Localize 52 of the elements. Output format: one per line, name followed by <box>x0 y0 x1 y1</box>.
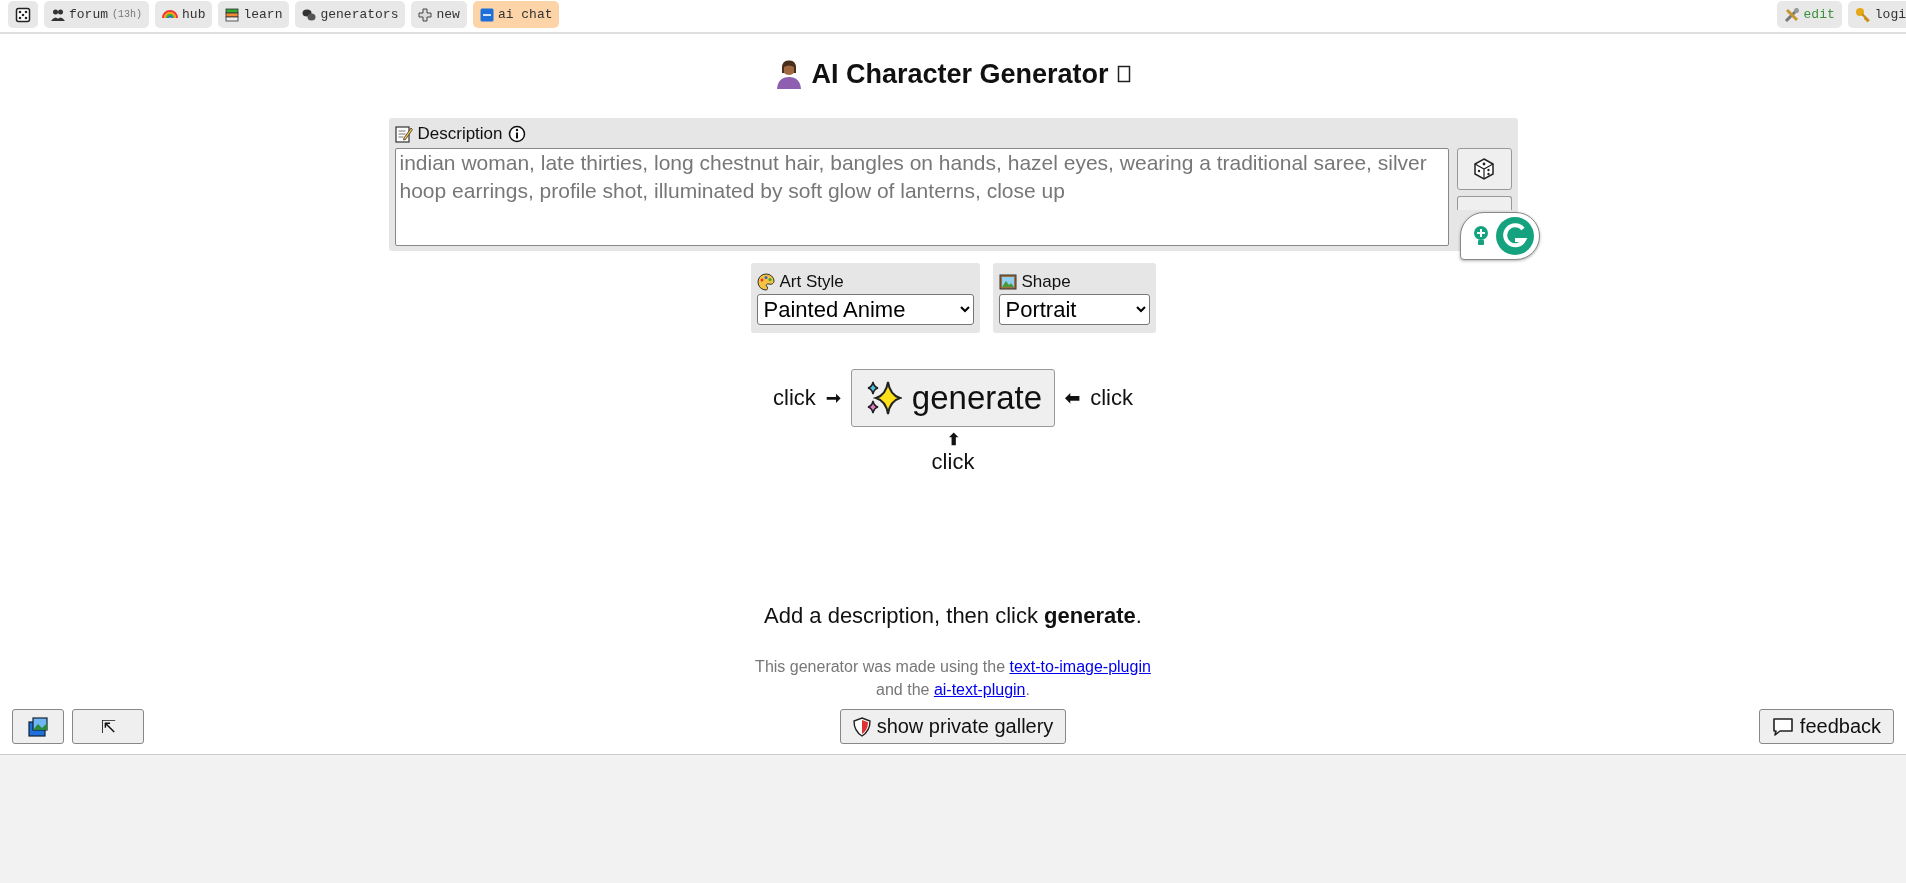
palette-icon <box>756 273 775 291</box>
dropdown[interactable]: Painted Anime <box>756 294 974 325</box>
nav-tab[interactable]: hub <box>155 1 213 28</box>
field-label: Description <box>417 124 503 144</box>
feedback-button[interactable]: feedback <box>1758 709 1894 744</box>
nav-link-button[interactable]: logi <box>1847 1 1906 28</box>
key-icon <box>1854 6 1871 23</box>
select-label: Shape <box>1021 272 1071 292</box>
person-figure-icon <box>775 59 804 89</box>
hint-text: click <box>931 449 975 475</box>
hint-text: click <box>773 385 816 411</box>
rainbow-icon <box>162 10 179 19</box>
nav-tab[interactable]: ai chat <box>472 1 560 28</box>
new-tag-icon <box>479 7 494 22</box>
scroll-top-button[interactable]: ⇱ <box>72 709 144 744</box>
books-icon <box>225 7 240 22</box>
nav-tab[interactable]: learn <box>218 1 290 28</box>
randomize-button[interactable] <box>1456 148 1512 190</box>
nav-tab[interactable]: generators <box>295 1 406 28</box>
page-title: AI Character Generator <box>811 58 1109 90</box>
plus-icon <box>418 7 433 22</box>
arrow-glyph: ⬆ <box>946 431 960 449</box>
info-icon <box>507 125 526 143</box>
memo-icon <box>394 125 413 143</box>
missing-glyph-icon <box>1116 63 1131 85</box>
arrow-glyph: ➞ <box>825 387 841 409</box>
plugin-link[interactable]: ai-text-plugin <box>933 681 1026 698</box>
nav-tab[interactable]: new <box>411 1 467 28</box>
tools-icon <box>1783 6 1800 23</box>
arrow-glyph: ⬅ <box>1065 387 1081 409</box>
shield-icon <box>852 716 871 737</box>
random-button[interactable] <box>8 1 38 28</box>
select-label: Art Style <box>779 272 844 292</box>
description-field[interactable]: indian woman, late thirties, long chestnut hair, bangles on hands, hazel eyes, wearing a traditional saree, silver hoop earrings, profile shot, illuminated by soft glow of lanterns, close up <box>394 148 1449 246</box>
plugin-link[interactable]: text-to-image-plugin <box>1009 658 1151 675</box>
chat-bubbles-icon <box>302 7 317 22</box>
dice-icon <box>1472 157 1496 181</box>
image-button[interactable] <box>12 709 64 744</box>
image-stack-icon <box>27 715 49 738</box>
dropdown[interactable]: Portrait <box>998 294 1150 325</box>
grammar-logo-icon <box>1494 216 1535 256</box>
framed-picture-icon <box>998 273 1017 291</box>
generate-button[interactable]: generate <box>850 369 1056 427</box>
people-icon <box>51 7 65 22</box>
dice-icon <box>15 6 31 23</box>
speech-bubble-icon <box>1771 716 1794 737</box>
hint-text: click <box>1090 385 1133 411</box>
private-gallery-button[interactable]: show private gallery <box>839 709 1067 744</box>
nav-tab[interactable]: forum (13h) <box>44 1 150 28</box>
grammar-assistant-badge[interactable] <box>1459 212 1540 260</box>
instruction-text: Add a description, then click generate. <box>764 603 1142 629</box>
credits-text: This generator was made using the text-to-image-plugin and the ai-text-plugin. <box>755 657 1151 700</box>
